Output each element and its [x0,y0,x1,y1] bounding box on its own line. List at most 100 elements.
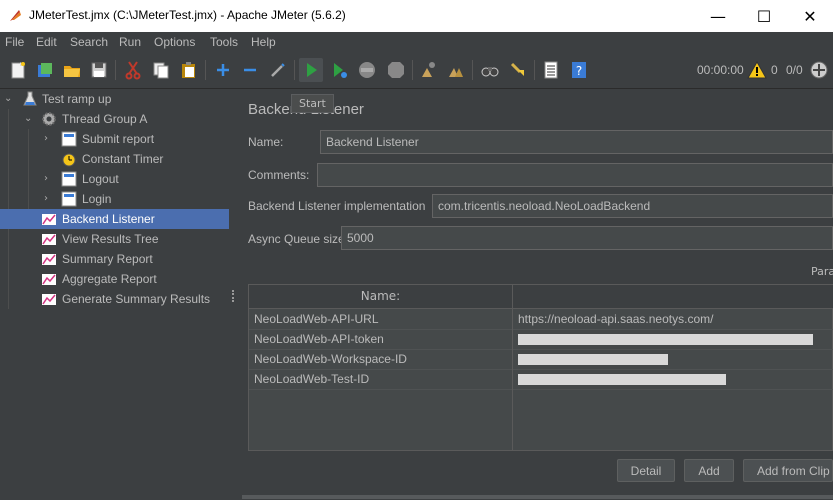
wand-icon [271,63,285,77]
redacted-value [518,374,726,385]
scrollbar-thumb[interactable] [242,495,833,499]
start-button[interactable] [299,58,323,82]
help-button[interactable]: ? [567,58,591,82]
queue-size-field[interactable]: 5000 [341,226,833,250]
menu-options[interactable]: Options [154,35,195,49]
collapse-all-button[interactable] [238,58,262,82]
menu-help[interactable]: Help [251,35,276,49]
save-button[interactable] [87,58,111,82]
param-value[interactable] [513,329,833,349]
param-value[interactable] [513,349,833,369]
column-header-name[interactable]: Name: [249,285,513,308]
templates-button[interactable] [33,58,57,82]
maximize-button[interactable]: ☐ [741,0,787,32]
save-icon [91,62,107,78]
search-button[interactable] [478,58,502,82]
table-row[interactable]: NeoLoadWeb-Test-ID [249,369,833,390]
menu-edit[interactable]: Edit [36,35,57,49]
play-no-pause-icon [334,63,347,78]
chevron-down-icon[interactable]: ⌄ [24,113,34,125]
param-name[interactable]: NeoLoadWeb-API-URL [249,309,512,329]
remote-status-indicator [807,58,831,82]
thread-count: 0/0 [786,63,803,77]
broom-icon [510,62,524,76]
list-icon [544,61,558,79]
reset-search-button[interactable] [506,58,530,82]
plus-icon [217,64,229,76]
implementation-select[interactable]: com.tricentis.neoload.NeoLoadBackend [432,194,833,218]
chevron-down-icon[interactable]: ⌄ [4,93,14,105]
maximize-icon: ☐ [756,6,772,26]
binoculars-icon [481,67,499,77]
name-label: Name: [248,135,284,149]
close-icon: ✕ [803,6,817,26]
cut-button[interactable] [121,58,145,82]
shutdown-button[interactable] [384,58,408,82]
param-value[interactable] [513,369,833,389]
stop-button[interactable] [355,58,379,82]
tree-item-summary-report[interactable]: Summary Report [0,249,229,269]
table-row[interactable]: NeoLoadWeb-Workspace-ID [249,349,833,370]
comments-label: Comments: [248,168,310,182]
warning-indicator[interactable] [745,58,769,82]
sampler-icon [61,131,77,147]
menu-run[interactable]: Run [119,35,141,49]
tree-item-test-plan[interactable]: ⌄ Test ramp up [0,89,229,109]
jmeter-feather-icon [10,10,21,21]
scissors-icon [125,61,141,80]
tree-item-login[interactable]: › Login [0,189,229,209]
add-button[interactable]: Add [684,459,734,482]
clear-all-button[interactable] [444,58,468,82]
tree-item-aggregate-report[interactable]: Aggregate Report [0,269,229,289]
new-button[interactable] [6,58,30,82]
window-title: JMeterTest.jmx (C:\JMeterTest.jmx) - Apa… [29,8,346,22]
test-plan-icon [23,91,37,106]
copy-button[interactable] [149,58,173,82]
paste-button[interactable] [177,58,201,82]
panel-splitter[interactable] [229,89,237,500]
horizontal-scrollbar[interactable] [237,494,833,500]
minimize-button[interactable]: — [695,0,741,32]
remote-status-icon [810,61,828,79]
tree-item-backend-listener[interactable]: Backend Listener [0,209,229,229]
listener-icon [42,274,56,285]
tree-item-generate-summary[interactable]: Generate Summary Results [0,289,229,309]
param-value[interactable]: https://neoload-api.saas.neotys.com/ [513,309,833,329]
menu-search[interactable]: Search [70,35,108,49]
parameters-label: Para [811,265,833,278]
close-window-button[interactable]: ✕ [787,0,833,32]
tree-item-constant-timer[interactable]: Constant Timer [0,149,229,169]
table-row[interactable]: NeoLoadWeb-API-token [249,329,833,350]
test-plan-tree: ⌄ Test ramp up ⌄ Thread Group A › Submit… [0,89,229,500]
menu-file[interactable]: File [5,35,24,49]
open-button[interactable] [60,58,84,82]
broom-double-icon [449,68,463,77]
detail-button[interactable]: Detail [617,459,675,482]
tree-item-submit-report[interactable]: › Submit report [0,129,229,149]
tree-item-thread-group[interactable]: ⌄ Thread Group A [0,109,229,129]
chevron-right-icon[interactable]: › [44,133,54,145]
toggle-button[interactable] [266,58,290,82]
name-field[interactable]: Backend Listener [320,130,833,154]
new-file-icon [11,62,25,79]
comments-field[interactable] [317,163,833,187]
start-tooltip: Start [291,94,334,113]
help-icon: ? [572,62,586,78]
column-header-value[interactable] [513,285,833,308]
chevron-right-icon[interactable]: › [44,193,54,205]
table-row[interactable]: NeoLoadWeb-API-URL https://neoload-api.s… [249,309,833,330]
clear-button[interactable] [416,58,440,82]
tree-item-view-results-tree[interactable]: View Results Tree [0,229,229,249]
chevron-right-icon[interactable]: › [44,173,54,185]
tree-item-logout[interactable]: › Logout [0,169,229,189]
param-name[interactable]: NeoLoadWeb-Workspace-ID [249,349,512,369]
start-no-pauses-button[interactable] [327,58,351,82]
param-name[interactable]: NeoLoadWeb-API-token [249,329,512,349]
add-from-clipboard-button[interactable]: Add from Clip [743,459,833,482]
menu-tools[interactable]: Tools [210,35,238,49]
expand-all-button[interactable] [211,58,235,82]
function-helper-button[interactable] [539,58,563,82]
table-header: Name: [249,285,833,309]
param-name[interactable]: NeoLoadWeb-Test-ID [249,369,512,389]
listener-icon [42,254,56,265]
